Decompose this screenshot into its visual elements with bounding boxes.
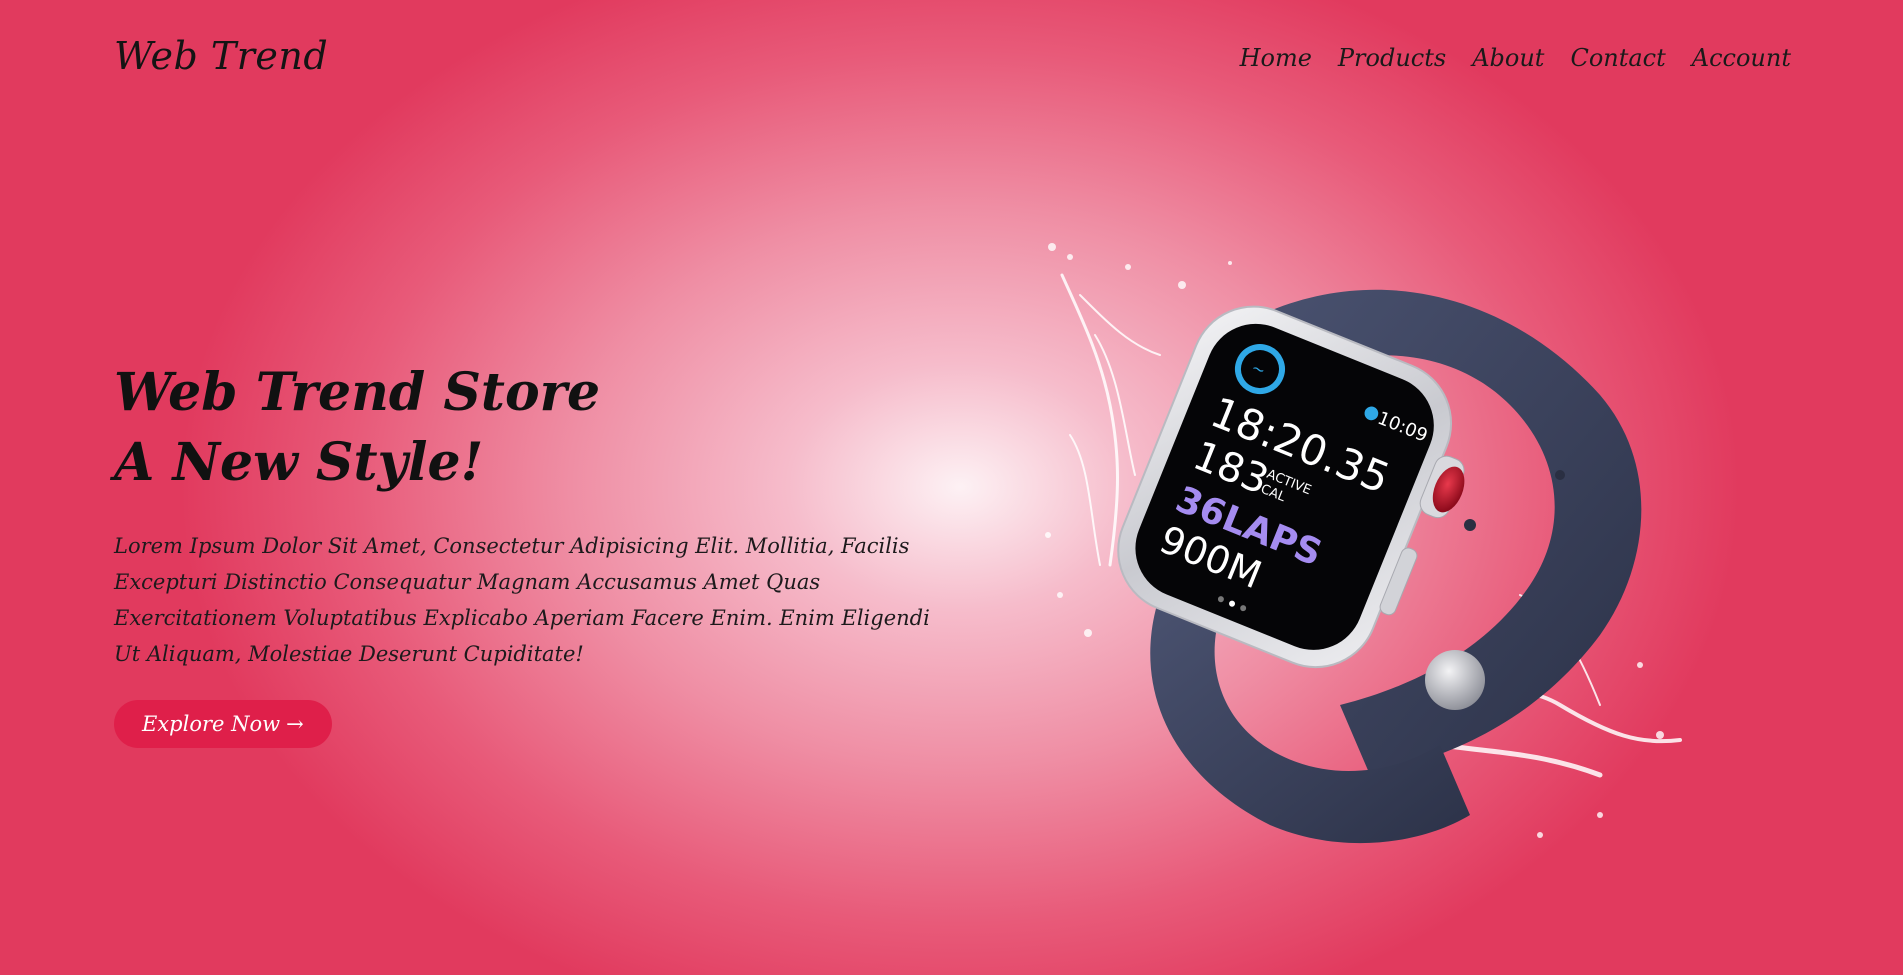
hero-section: Web Trend Store A New Style! Lorem Ipsum… — [114, 358, 944, 748]
explore-now-button[interactable]: Explore Now → — [114, 700, 332, 748]
hero-description: Lorem Ipsum Dolor Sit Amet, Consectetur … — [114, 534, 930, 666]
page: Web Trend Home Products About Contact Ac… — [0, 0, 1903, 975]
hero-title-line-1: Web Trend Store — [114, 362, 601, 423]
nav-about[interactable]: About — [1472, 44, 1544, 72]
arrow-right-icon: → — [286, 712, 304, 736]
hero-title-line-2: A New Style! — [114, 432, 484, 493]
band-hole — [1555, 470, 1565, 480]
nav-account[interactable]: Account — [1692, 44, 1791, 72]
nav-products[interactable]: Products — [1338, 44, 1446, 72]
nav-home[interactable]: Home — [1240, 44, 1312, 72]
site-logo[interactable]: Web Trend — [114, 34, 328, 78]
band-sensor-disc — [1425, 650, 1485, 710]
nav-contact[interactable]: Contact — [1570, 44, 1665, 72]
main-nav: Home Products About Contact Account — [1240, 44, 1791, 72]
smartwatch-splash-image: ~ ● 10:09 18:20.35 183 ACTIVE CAL 36LAPS… — [1040, 235, 1720, 855]
hero-title: Web Trend Store A New Style! — [114, 358, 944, 498]
band-hole — [1464, 519, 1476, 531]
watch-illustration: ~ ● 10:09 18:20.35 183 ACTIVE CAL 36LAPS… — [1045, 243, 1682, 844]
site-header: Web Trend Home Products About Contact Ac… — [0, 0, 1903, 120]
explore-now-label: Explore Now — [142, 712, 281, 736]
